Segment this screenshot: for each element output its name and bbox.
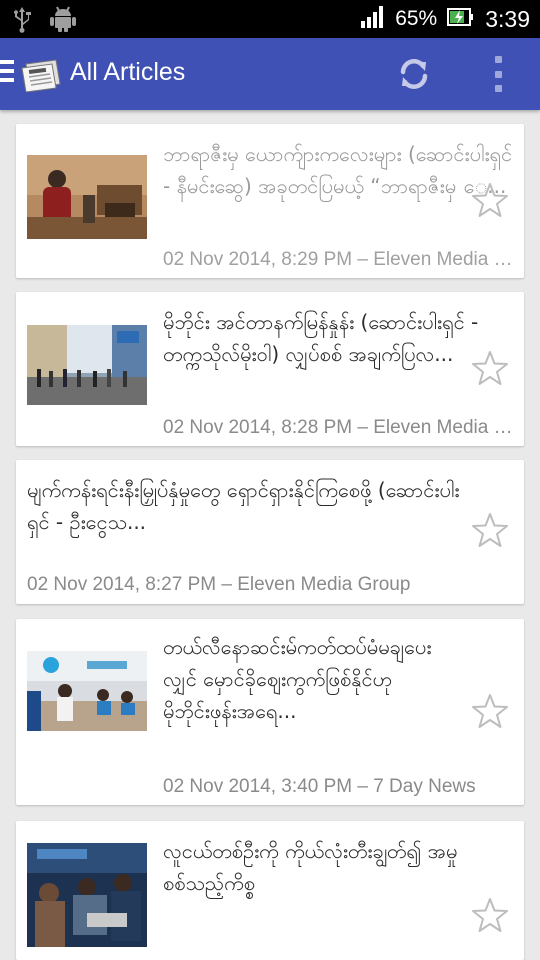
newspaper-logo-icon[interactable] bbox=[20, 58, 64, 93]
article-title: လူငယ်တစ်ဦးကို ကိုယ်လုံးတီးချွတ်၍ အမှုစစ်… bbox=[163, 839, 458, 895]
star-icon[interactable] bbox=[471, 693, 509, 729]
menu-icon[interactable] bbox=[0, 60, 14, 88]
article-title: ဘာရာဇီးမှ ယောက်ျားကလေးများ (ဆောင်းပါးရှင… bbox=[163, 142, 513, 198]
article-thumbnail bbox=[27, 325, 147, 409]
battery-icon bbox=[447, 7, 475, 31]
article-meta: 02 Nov 2014, 8:29 PM – Eleven Media Grou… bbox=[163, 249, 515, 270]
article-thumbnail bbox=[27, 843, 147, 947]
star-icon[interactable] bbox=[471, 350, 509, 386]
article-card[interactable]: မိုဘိုင်း အင်တာနက်မြန်နှုန်း (ဆောင်းပါးရ… bbox=[16, 292, 524, 446]
usb-icon bbox=[10, 5, 34, 37]
status-bar: 65% 3:39 bbox=[0, 0, 540, 38]
page-title: All Articles bbox=[70, 58, 186, 86]
battery-percent: 65% bbox=[395, 7, 438, 30]
article-card[interactable]: တယ်လီနောဆင်းမ်ကတ်ထပ်မံမချပေးလျှင် မှောင်… bbox=[16, 619, 524, 805]
article-title: မျက်ကန်းရင်းနီးမြှုပ်နှံမှုတွေ ရှောင်ရှာ… bbox=[27, 478, 460, 534]
article-title: မိုဘိုင်း အင်တာနက်မြန်နှုန်း (ဆောင်းပါးရ… bbox=[163, 310, 479, 366]
article-card[interactable]: မျက်ကန်းရင်းနီးမြှုပ်နှံမှုတွေ ရှောင်ရှာ… bbox=[16, 460, 524, 604]
article-card[interactable]: လူငယ်တစ်ဦးကို ကိုယ်လုံးတီးချွတ်၍ အမှုစစ်… bbox=[16, 821, 524, 960]
article-meta: 02 Nov 2014, 8:27 PM – Eleven Media Grou… bbox=[27, 574, 411, 595]
article-title: တယ်လီနောဆင်းမ်ကတ်ထပ်မံမချပေးလျှင် မှောင်… bbox=[163, 635, 432, 723]
article-thumbnail bbox=[27, 651, 147, 735]
star-icon[interactable] bbox=[471, 512, 509, 548]
signal-icon bbox=[361, 6, 385, 32]
action-bar: All Articles bbox=[0, 38, 540, 110]
article-meta: 02 Nov 2014, 3:40 PM – 7 Day News bbox=[163, 776, 476, 797]
overflow-menu-icon[interactable] bbox=[488, 56, 508, 92]
star-icon[interactable] bbox=[471, 182, 509, 218]
clock: 3:39 bbox=[485, 5, 530, 32]
article-card[interactable]: ဘာရာဇီးမှ ယောက်ျားကလေးများ (ဆောင်းပါးရှင… bbox=[16, 124, 524, 278]
refresh-icon[interactable] bbox=[394, 54, 434, 94]
article-thumbnail bbox=[27, 155, 147, 239]
star-icon[interactable] bbox=[471, 897, 509, 933]
android-icon bbox=[48, 5, 78, 37]
article-meta: 02 Nov 2014, 8:28 PM – Eleven Media Grou… bbox=[163, 417, 515, 438]
